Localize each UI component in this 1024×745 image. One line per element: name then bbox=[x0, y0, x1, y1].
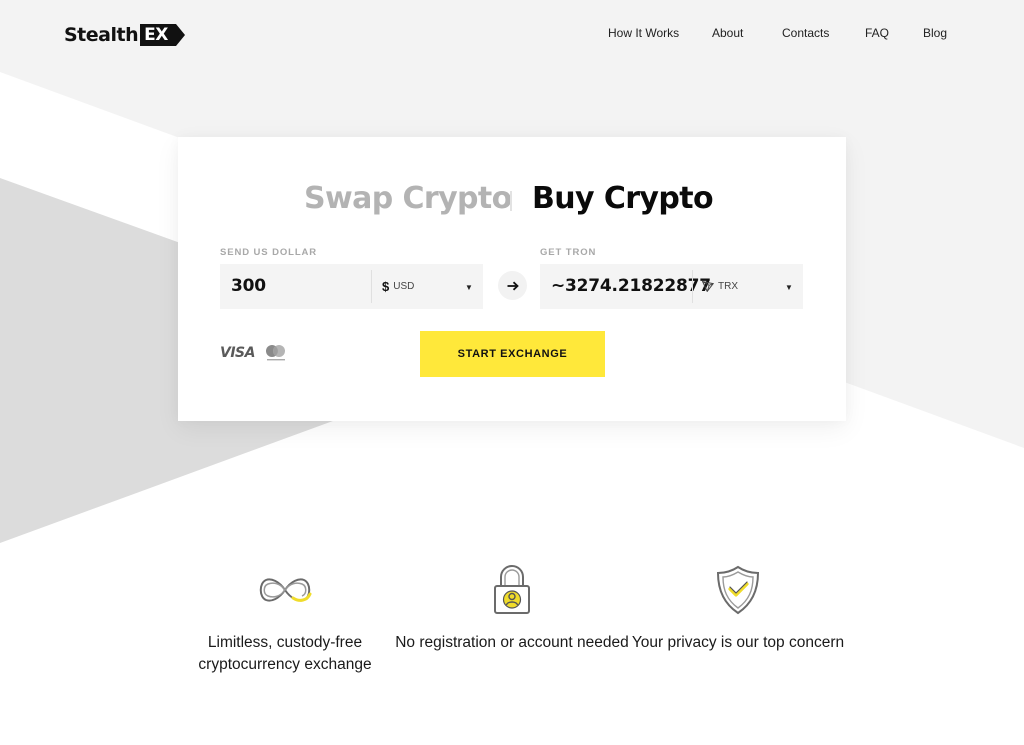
feature-text: Limitless, custody-free cryptocurrency e… bbox=[198, 634, 372, 673]
get-field: ~3274.21822877 TRX ▼ bbox=[540, 264, 803, 309]
nav-faq[interactable]: FAQ bbox=[865, 26, 889, 40]
tab-swap-crypto[interactable]: Swap Crypto bbox=[304, 181, 512, 216]
lock-user-icon bbox=[494, 565, 530, 614]
send-field: 300 $ USD ▼ bbox=[220, 264, 483, 309]
swap-direction-button[interactable] bbox=[498, 271, 527, 300]
nav-how-it-works[interactable]: How It Works bbox=[608, 26, 679, 40]
feature-text: No registration or account needed bbox=[395, 634, 629, 651]
field-divider bbox=[692, 270, 693, 303]
tab-buy-crypto[interactable]: Buy Crypto bbox=[532, 181, 714, 216]
send-amount-input[interactable]: 300 bbox=[231, 276, 266, 296]
field-divider bbox=[371, 270, 372, 303]
visa-logo: VISA bbox=[220, 345, 255, 361]
shield-check-icon bbox=[716, 565, 760, 615]
chevron-down-icon[interactable]: ▼ bbox=[465, 283, 473, 292]
get-label: GET TRON bbox=[540, 247, 597, 258]
send-currency-code: USD bbox=[393, 281, 415, 292]
infinity-icon bbox=[259, 578, 312, 602]
nav-blog[interactable]: Blog bbox=[923, 26, 947, 40]
exchange-tabs: Swap Crypto Buy Crypto bbox=[178, 181, 846, 221]
nav-about[interactable]: About bbox=[712, 26, 743, 40]
feature-limitless: Limitless, custody-free cryptocurrency e… bbox=[165, 560, 405, 676]
start-exchange-button[interactable]: START EXCHANGE bbox=[420, 331, 605, 377]
get-amount-output: ~3274.21822877 bbox=[551, 276, 711, 296]
arrow-right-icon bbox=[507, 281, 519, 290]
tron-icon bbox=[702, 281, 714, 292]
exchange-card: Swap Crypto Buy Crypto SEND US DOLLAR 30… bbox=[178, 137, 846, 421]
chevron-down-icon[interactable]: ▼ bbox=[785, 283, 793, 292]
get-currency-code: TRX bbox=[718, 281, 738, 292]
nav-contacts[interactable]: Contacts bbox=[782, 26, 829, 40]
main-nav: How It Works About Contacts FAQ Blog bbox=[0, 26, 1024, 42]
send-label: SEND US DOLLAR bbox=[220, 247, 318, 258]
mastercard-logo bbox=[265, 345, 285, 361]
site-header: Stealth EX How It Works About Contacts F… bbox=[0, 0, 1024, 68]
feature-text: Your privacy is our top concern bbox=[631, 634, 845, 651]
feature-no-registration: No registration or account needed bbox=[392, 560, 632, 654]
tab-divider bbox=[510, 191, 512, 211]
dollar-icon: $ bbox=[382, 279, 390, 294]
payment-methods: VISA bbox=[220, 344, 288, 362]
feature-privacy: Your privacy is our top concern bbox=[618, 560, 858, 654]
